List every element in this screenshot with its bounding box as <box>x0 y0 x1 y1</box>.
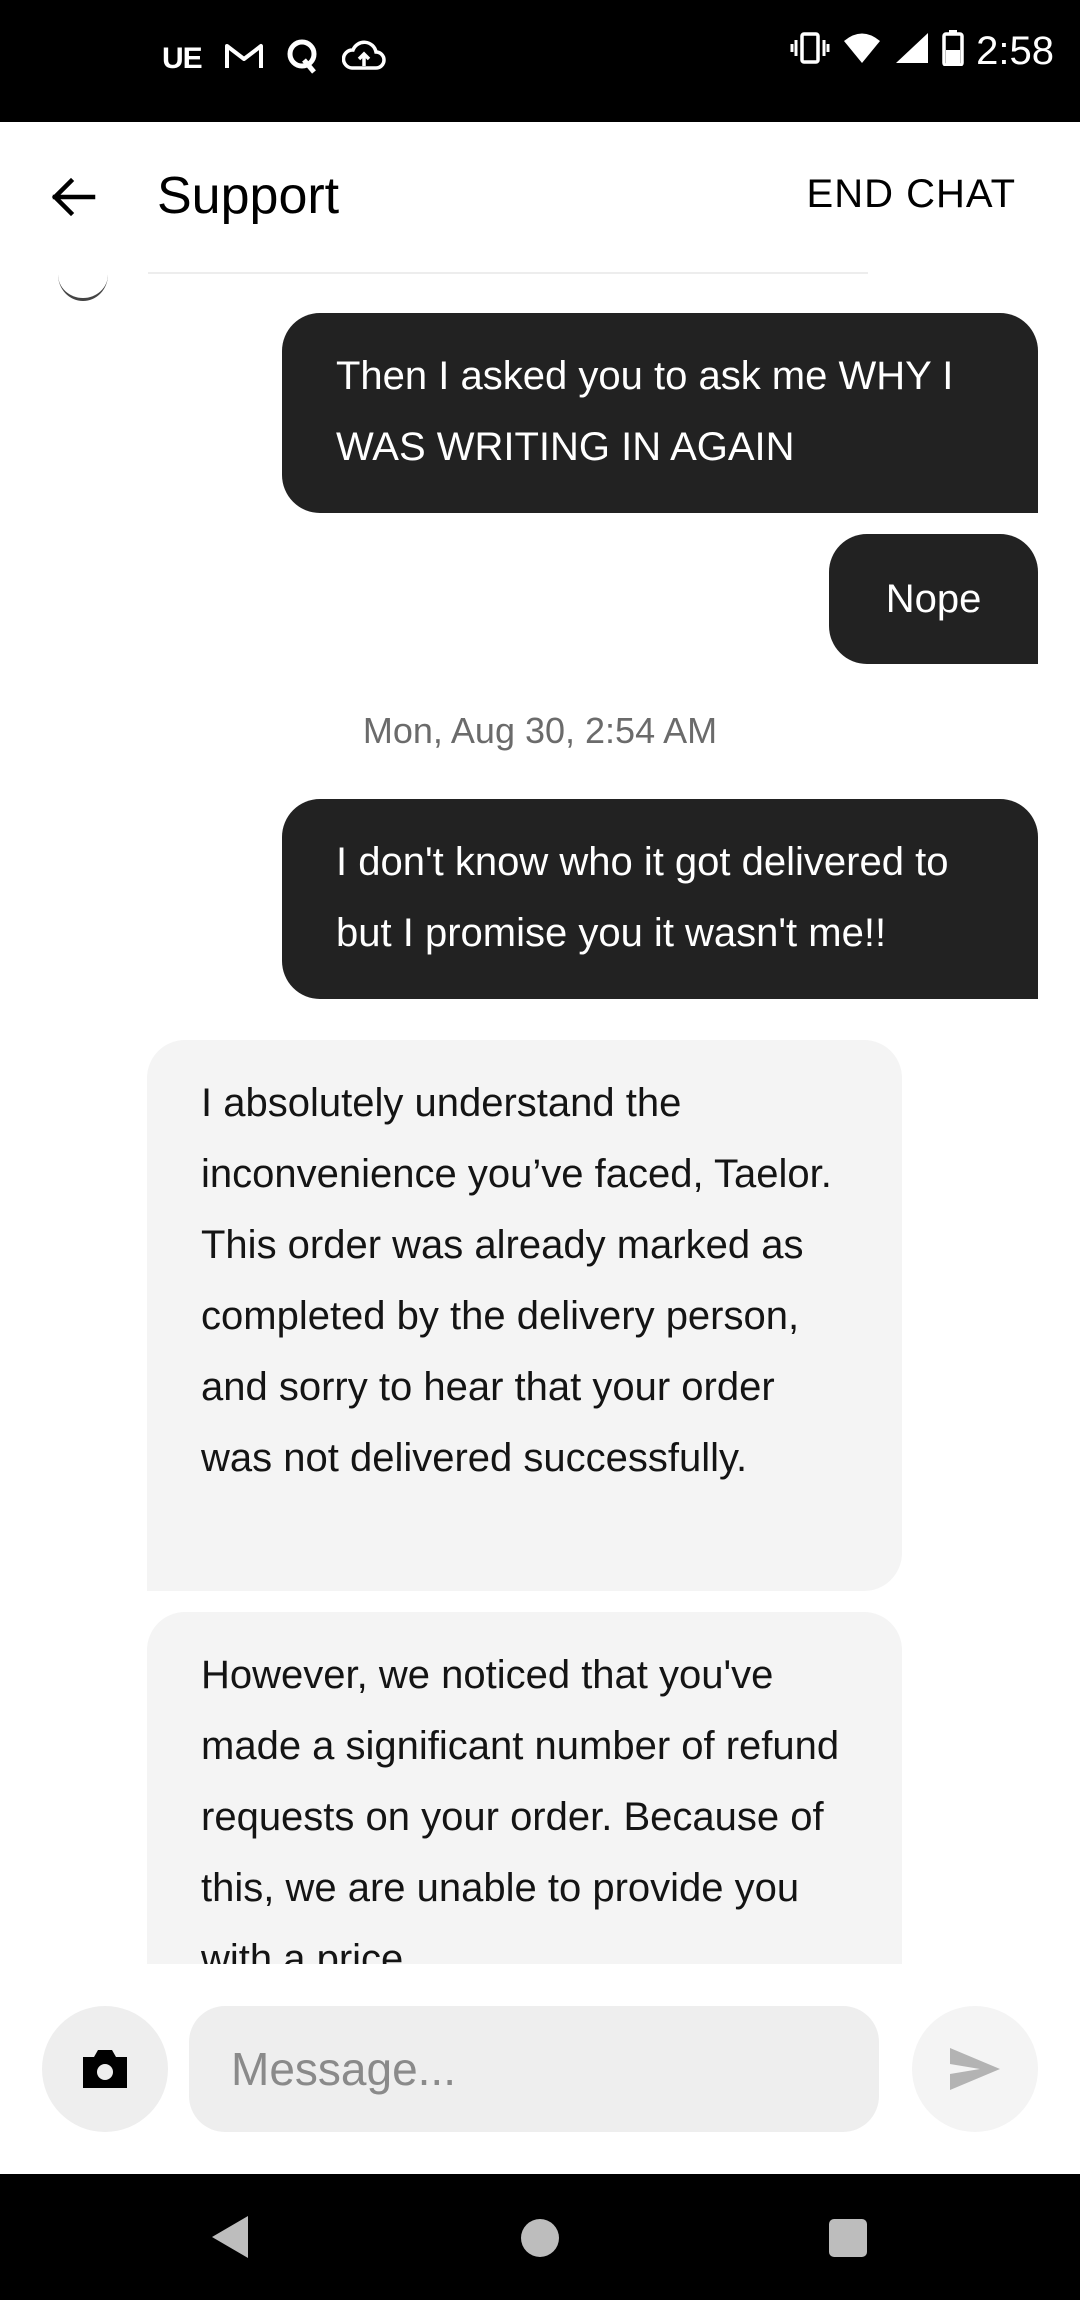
vibrate-icon <box>790 31 830 70</box>
message-timestamp: Mon, Aug 30, 2:54 AM <box>362 710 718 751</box>
nav-back-icon <box>212 2216 248 2258</box>
arrow-back-icon <box>51 177 96 217</box>
nav-recents-button[interactable] <box>829 2219 867 2257</box>
status-bar: UE 2:58 <box>0 0 1080 122</box>
nav-back-button[interactable] <box>210 2214 250 2265</box>
uber-eats-icon: UE <box>162 41 203 75</box>
composer <box>0 1964 1080 2174</box>
quora-icon <box>286 38 320 79</box>
send-icon <box>950 2048 1000 2090</box>
notification-icons: UE <box>162 38 386 79</box>
gmail-icon <box>224 41 264 76</box>
app-bar: Support END CHAT <box>0 122 1080 272</box>
battery-icon <box>942 30 964 71</box>
nav-home-button[interactable] <box>521 2219 559 2257</box>
message-incoming: However, we noticed that you've made a s… <box>147 1612 902 1964</box>
chat-transcript[interactable]: Then I asked you to ask me WHY I WAS WRI… <box>0 272 1080 1964</box>
message-outgoing: Nope <box>829 534 1038 664</box>
camera-button[interactable] <box>42 2006 168 2132</box>
screen: UE 2:58 Support END CHAT Then I asked yo… <box>0 0 1080 2300</box>
end-chat-button[interactable]: END CHAT <box>807 172 1016 217</box>
divider <box>148 272 868 274</box>
message-incoming: I absolutely understand the inconvenienc… <box>147 1040 902 1591</box>
cloud-upload-icon <box>341 40 386 77</box>
system-nav-bar <box>0 2174 1080 2300</box>
system-indicators: 2:58 <box>790 30 1054 71</box>
camera-icon <box>83 2050 127 2088</box>
clock: 2:58 <box>976 28 1054 73</box>
message-input[interactable] <box>189 2006 879 2132</box>
send-button[interactable] <box>912 2006 1038 2132</box>
page-title: Support <box>157 167 340 225</box>
wifi-icon <box>842 32 882 69</box>
agent-avatar <box>58 272 108 301</box>
back-button[interactable] <box>36 160 110 234</box>
message-outgoing: Then I asked you to ask me WHY I WAS WRI… <box>282 313 1038 513</box>
message-outgoing: I don't know who it got delivered to but… <box>282 799 1038 999</box>
signal-icon <box>894 31 930 70</box>
